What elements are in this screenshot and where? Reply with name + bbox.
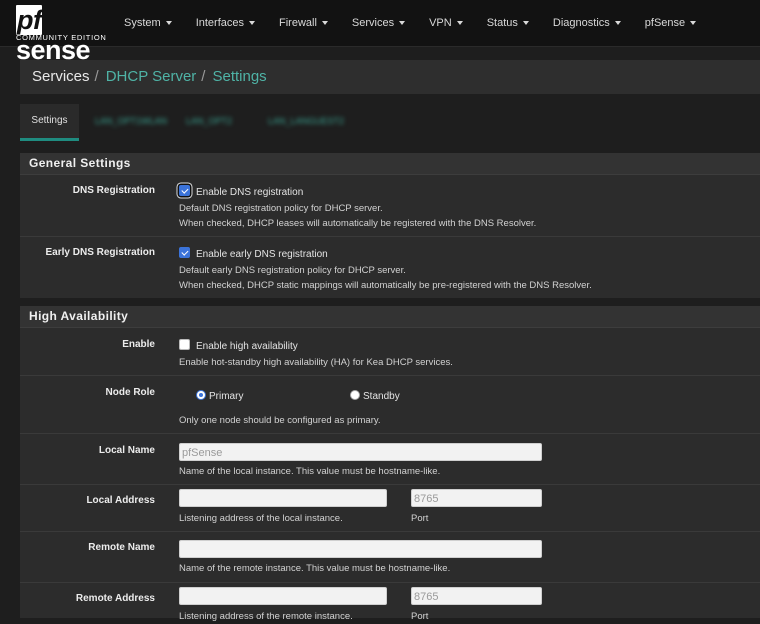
local-port-input[interactable]: 8765 bbox=[411, 489, 542, 507]
breadcrumb-settings[interactable]: Settings bbox=[212, 68, 266, 85]
local-name-row: Local Name pfSense Name of the local ins… bbox=[20, 434, 760, 485]
caret-down-icon bbox=[614, 21, 621, 26]
remote-name-input[interactable] bbox=[179, 540, 542, 558]
remote-name-help: Name of the remote instance. This value … bbox=[179, 563, 451, 574]
local-name-label: Local Name bbox=[98, 445, 155, 456]
remote-address-row: Remote Address 8765 Listening address of… bbox=[20, 583, 760, 623]
local-address-row: Local Address 8765 Listening address of … bbox=[20, 485, 760, 532]
top-navbar: pfsense COMMUNITY EDITION System Interfa… bbox=[0, 0, 760, 65]
panel-title: High Availability bbox=[20, 306, 760, 328]
ha-enable-help: Enable hot-standby high availability (HA… bbox=[179, 357, 453, 368]
dns-registration-help-1: Default DNS registration policy for DHCP… bbox=[179, 203, 383, 214]
breadcrumb: Services / DHCP Server / Settings bbox=[20, 60, 760, 94]
early-dns-registration-checkbox-label: Enable early DNS registration bbox=[196, 249, 328, 260]
remote-name-row: Remote Name Name of the remote instance.… bbox=[20, 532, 760, 583]
caret-down-icon bbox=[522, 21, 529, 26]
menu-diagnostics[interactable]: Diagnostics bbox=[541, 0, 633, 46]
tab-bar: Settings LAN_OPT1WLAN LAN_OPT2 LAN_LANGU… bbox=[20, 104, 760, 142]
pfsense-logo[interactable]: pfsense COMMUNITY EDITION bbox=[16, 5, 107, 65]
menu-services[interactable]: Services bbox=[340, 0, 417, 46]
local-address-help: Listening address of the local instance. bbox=[179, 513, 343, 524]
menu-system[interactable]: System bbox=[112, 0, 184, 46]
early-dns-registration-checkbox[interactable] bbox=[179, 247, 190, 258]
standby-radio[interactable] bbox=[350, 390, 360, 400]
menu-interfaces[interactable]: Interfaces bbox=[184, 0, 267, 46]
ha-enable-checkbox-label: Enable high availability bbox=[196, 341, 298, 352]
dns-registration-help-2: When checked, DHCP leases will automatic… bbox=[179, 218, 537, 229]
menu-firewall[interactable]: Firewall bbox=[267, 0, 340, 46]
logo-prefix: pf bbox=[16, 5, 43, 35]
caret-down-icon bbox=[249, 21, 255, 26]
caret-down-icon bbox=[456, 21, 463, 26]
remote-address-input[interactable] bbox=[179, 587, 387, 605]
tab-interface-2[interactable]: LAN_OPT2 bbox=[186, 104, 232, 138]
caret-down-icon bbox=[399, 21, 406, 26]
caret-down-icon bbox=[690, 21, 697, 26]
early-dns-registration-help-2: When checked, DHCP static mappings will … bbox=[179, 280, 592, 291]
remote-address-help: Listening address of the remote instance… bbox=[179, 611, 353, 622]
ha-enable-label: Enable bbox=[122, 339, 155, 350]
node-role-help: Only one node should be configured as pr… bbox=[179, 415, 381, 426]
node-role-row: Node Role Primary Standby Only one node … bbox=[20, 376, 760, 434]
menu-vpn[interactable]: VPN bbox=[417, 0, 475, 46]
dns-registration-checkbox[interactable] bbox=[179, 185, 190, 196]
dns-registration-row: DNS Registration Enable DNS registration… bbox=[20, 175, 760, 237]
breadcrumb-dhcp-server[interactable]: DHCP Server bbox=[106, 68, 197, 85]
remote-port-input[interactable]: 8765 bbox=[411, 587, 542, 605]
ha-enable-checkbox[interactable] bbox=[179, 339, 190, 350]
breadcrumb-separator: / bbox=[94, 68, 99, 85]
high-availability-panel: High Availability Enable Enable high ava… bbox=[20, 306, 760, 622]
local-port-help: Port bbox=[411, 513, 429, 524]
local-name-input[interactable]: pfSense bbox=[179, 443, 542, 461]
dns-registration-label: DNS Registration bbox=[72, 185, 155, 196]
tab-settings[interactable]: Settings bbox=[20, 104, 79, 141]
local-address-label: Local Address bbox=[86, 495, 155, 506]
node-role-label: Node Role bbox=[105, 387, 155, 398]
remote-name-label: Remote Name bbox=[88, 542, 155, 553]
primary-radio-label: Primary bbox=[209, 391, 244, 402]
dns-registration-checkbox-label: Enable DNS registration bbox=[196, 187, 304, 198]
menu-status[interactable]: Status bbox=[475, 0, 541, 46]
primary-radio[interactable] bbox=[196, 390, 206, 400]
breadcrumb-services: Services bbox=[32, 68, 90, 85]
panel-title: General Settings bbox=[20, 153, 760, 175]
local-name-help: Name of the local instance. This value m… bbox=[179, 466, 441, 477]
early-dns-registration-help-1: Default early DNS registration policy fo… bbox=[179, 265, 406, 276]
caret-down-icon bbox=[165, 21, 172, 26]
general-settings-panel: General Settings DNS Registration Enable… bbox=[20, 153, 760, 298]
standby-radio-label: Standby bbox=[363, 391, 400, 402]
remote-address-label: Remote Address bbox=[75, 593, 155, 604]
early-dns-registration-label: Early DNS Registration bbox=[45, 247, 155, 258]
main-menu: System Interfaces Firewall Services VPN … bbox=[112, 0, 708, 46]
tab-interface-3[interactable]: LAN_LANGUEST2 bbox=[268, 104, 344, 138]
local-address-input[interactable] bbox=[179, 489, 387, 507]
logo-subtitle: COMMUNITY EDITION bbox=[16, 33, 107, 42]
caret-down-icon bbox=[321, 21, 328, 26]
remote-port-help: Port bbox=[411, 611, 429, 622]
early-dns-registration-row: Early DNS Registration Enable early DNS … bbox=[20, 237, 760, 298]
breadcrumb-separator: / bbox=[201, 68, 206, 85]
ha-enable-row: Enable Enable high availability Enable h… bbox=[20, 328, 760, 376]
tab-interface-1[interactable]: LAN_OPT1WLAN bbox=[95, 104, 167, 138]
menu-pfsense[interactable]: pfSense bbox=[633, 0, 708, 46]
